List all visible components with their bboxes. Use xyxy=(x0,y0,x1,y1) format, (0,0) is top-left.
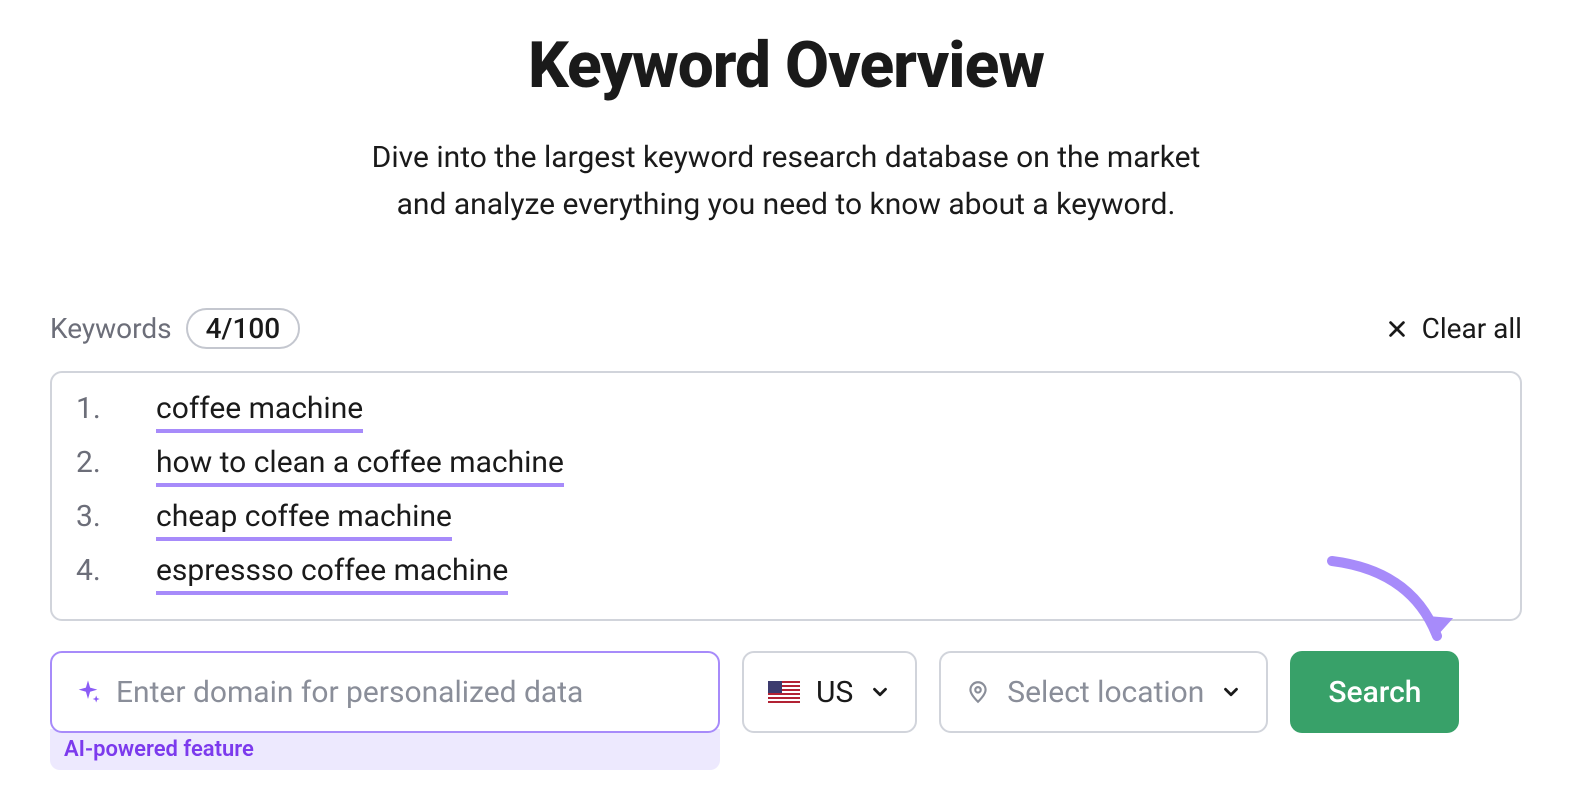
keyword-text: cheap coffee machine xyxy=(156,499,452,541)
subtitle-line-2: and analyze everything you need to know … xyxy=(397,187,1176,222)
sparkle-icon xyxy=(74,678,102,706)
keyword-row: 4. espressso coffee machine xyxy=(76,553,1496,595)
keyword-row: 3. cheap coffee machine xyxy=(76,499,1496,541)
keywords-count-pill: 4/100 xyxy=(186,308,301,349)
keyword-text: how to clean a coffee machine xyxy=(156,445,564,487)
subtitle-line-1: Dive into the largest keyword research d… xyxy=(372,140,1201,175)
keyword-text: coffee machine xyxy=(156,391,363,433)
close-icon xyxy=(1386,318,1408,340)
clear-all-label: Clear all xyxy=(1422,312,1522,345)
keyword-row: 2. how to clean a coffee machine xyxy=(76,445,1496,487)
domain-input-container[interactable] xyxy=(50,651,720,733)
country-code: US xyxy=(816,675,853,710)
page-subtitle: Dive into the largest keyword research d… xyxy=(50,135,1522,228)
chevron-down-icon xyxy=(1220,681,1242,703)
ai-powered-label: AI-powered feature xyxy=(50,729,720,770)
keyword-number: 3. xyxy=(76,499,156,534)
us-flag-icon xyxy=(768,681,800,703)
keywords-input-box[interactable]: 1. coffee machine 2. how to clean a coff… xyxy=(50,371,1522,621)
keyword-text: espressso coffee machine xyxy=(156,553,508,595)
keyword-row: 1. coffee machine xyxy=(76,391,1496,433)
keyword-number: 4. xyxy=(76,553,156,588)
chevron-down-icon xyxy=(869,681,891,703)
keywords-label: Keywords xyxy=(50,312,172,345)
location-placeholder: Select location xyxy=(1007,675,1204,710)
country-select[interactable]: US xyxy=(742,651,917,733)
page-title: Keyword Overview xyxy=(50,28,1522,103)
keyword-number: 2. xyxy=(76,445,156,480)
clear-all-button[interactable]: Clear all xyxy=(1386,312,1522,345)
keyword-number: 1. xyxy=(76,391,156,426)
location-select[interactable]: Select location xyxy=(939,651,1268,733)
domain-input[interactable] xyxy=(116,675,696,710)
location-pin-icon xyxy=(965,679,991,705)
search-button[interactable]: Search xyxy=(1290,651,1459,733)
